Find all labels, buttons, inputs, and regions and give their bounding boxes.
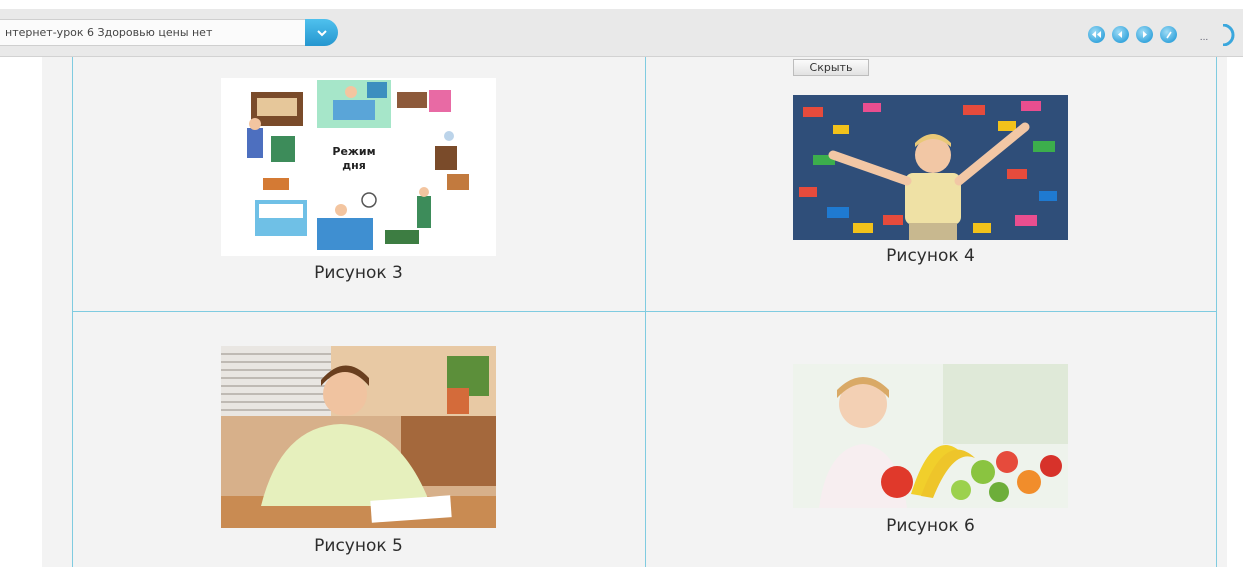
top-toolbar: нтернет-урок 6 Здоровью цены нет ... <box>0 9 1243 57</box>
grid-line-left <box>72 57 73 567</box>
first-icon[interactable] <box>1088 26 1105 43</box>
left-margin <box>0 57 42 567</box>
girl-fruit-image <box>793 364 1068 508</box>
dropdown-button[interactable] <box>305 19 338 46</box>
caption-picture-5: Рисунок 5 <box>314 536 403 556</box>
bottom-edge <box>0 567 1243 573</box>
hide-button[interactable]: Скрыть <box>793 59 869 76</box>
daily-routine-image: Режим дня <box>221 78 496 256</box>
prev-icon[interactable] <box>1112 26 1129 43</box>
caption-picture-4: Рисунок 4 <box>886 246 975 266</box>
more-button[interactable]: ... <box>1197 33 1211 45</box>
caption-picture-3: Рисунок 3 <box>314 263 403 283</box>
boy-writing-image <box>221 346 496 528</box>
right-margin <box>1227 57 1243 567</box>
daily-routine-text: Режим дня <box>332 145 376 172</box>
boy-lego-image <box>793 95 1068 240</box>
chevron-down-icon <box>316 29 327 36</box>
edit-icon[interactable] <box>1160 26 1177 43</box>
grid-line-middle <box>645 57 646 567</box>
grid-line-right <box>1216 57 1217 567</box>
next-icon[interactable] <box>1136 26 1153 43</box>
caption-picture-6: Рисунок 6 <box>886 516 975 536</box>
lesson-select[interactable]: нтернет-урок 6 Здоровью цены нет <box>0 19 338 46</box>
lesson-title: нтернет-урок 6 Здоровью цены нет <box>5 26 213 39</box>
grid-line-horizontal <box>72 311 1217 312</box>
collapse-icon[interactable] <box>1219 24 1235 46</box>
